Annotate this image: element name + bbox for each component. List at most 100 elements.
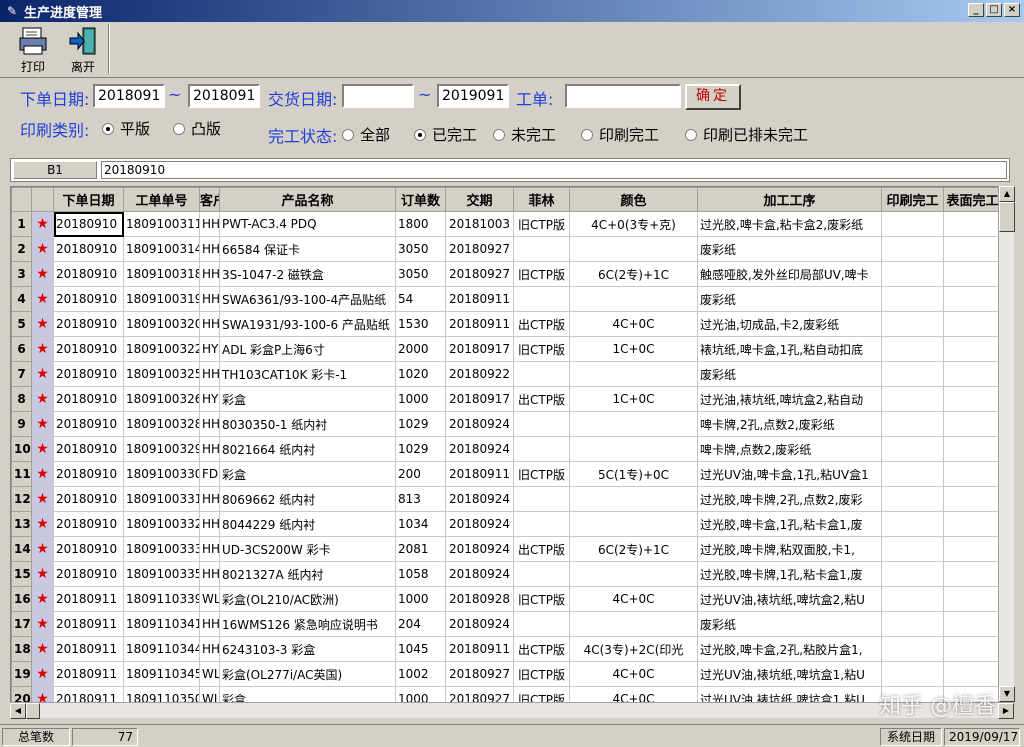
grid-cell[interactable]: 旧CTP版	[513, 336, 570, 362]
vertical-scrollbar[interactable]: ▲ ▼	[998, 186, 1015, 702]
grid-cell[interactable]: 1809100330	[123, 461, 200, 487]
grid-cell[interactable]: HH	[199, 411, 220, 437]
grid-cell[interactable]: HH	[199, 311, 220, 337]
grid-cell[interactable]: UD-3CS200W 彩卡	[219, 536, 396, 562]
grid-cell-empty[interactable]	[881, 311, 944, 337]
grid-cell-empty[interactable]	[881, 261, 944, 287]
table-row[interactable]: 16 ★ 20180911 1809110339 WL 彩盒(OL210/AC欧洲) 100…	[11, 586, 1002, 612]
table-row[interactable]: 8 ★ 20180910 1809100326 HY 彩盒 1000 20180917 出CTP…	[11, 386, 1002, 412]
grid-cell[interactable]: 54	[395, 286, 446, 312]
grid-cell-empty[interactable]	[943, 636, 1002, 662]
grid-cell[interactable]: 1029	[395, 436, 446, 462]
grid-cell[interactable]: 1C+0C	[569, 386, 698, 412]
grid-cell[interactable]: 出CTP版	[513, 311, 570, 337]
status-unfinished-radio[interactable]: 未完工	[493, 124, 556, 145]
status-all-radio[interactable]: 全部	[342, 124, 390, 145]
grid-cell-empty[interactable]	[943, 286, 1002, 312]
grid-cell-empty[interactable]	[881, 611, 944, 637]
grid-cell[interactable]: 过光UV油,裱坑纸,啤坑盒1,粘U	[697, 661, 882, 687]
grid-cell-empty[interactable]	[943, 561, 1002, 587]
grid-cell[interactable]: HH	[199, 261, 220, 287]
grid-cell[interactable]: HH	[199, 211, 220, 237]
row-number[interactable]: 10	[11, 436, 32, 462]
grid-cell[interactable]	[513, 286, 570, 312]
table-row[interactable]: 14 ★ 20180910 1809100333 HH UD-3CS200W 彩卡 2081…	[11, 536, 1002, 562]
grid-cell[interactable]: 过光UV油,裱坑纸,啤坑盒2,粘U	[697, 586, 882, 612]
data-grid[interactable]: 下单日期工单单号客户产品名称订单数交期菲林颜色加工工序印刷完工表面完工 1★20…	[10, 186, 1014, 718]
grid-cell-empty[interactable]	[881, 636, 944, 662]
row-number[interactable]: 19	[11, 661, 32, 687]
grid-cell[interactable]: 4C+0(3专+克)	[569, 211, 698, 237]
table-row[interactable]: 12 ★ 20180910 1809100331 HH 8069662 纸内衬 813 201…	[11, 486, 1002, 512]
grid-cell[interactable]: 6243103-3 彩盒	[219, 636, 396, 662]
grid-cell[interactable]: 20180910	[53, 411, 124, 437]
grid-cell-empty[interactable]	[881, 236, 944, 262]
grid-cell[interactable]: 啤卡牌,2孔,点数2,废彩纸	[697, 411, 882, 437]
horizontal-scrollbar[interactable]: ◀ ▶	[10, 702, 1014, 719]
grid-cell[interactable]: 彩盒(OL277i/AC英国)	[219, 661, 396, 687]
row-number[interactable]: 11	[11, 461, 32, 487]
grid-cell[interactable]: 1809100333	[123, 536, 200, 562]
grid-cell[interactable]: 20180924	[445, 486, 514, 512]
grid-cell[interactable]: 彩盒(OL210/AC欧洲)	[219, 586, 396, 612]
grid-cell[interactable]: 20180924	[445, 536, 514, 562]
column-header[interactable]: 工单单号	[123, 187, 200, 212]
grid-cell-empty[interactable]	[943, 436, 1002, 462]
grid-cell[interactable]: 8069662 纸内衬	[219, 486, 396, 512]
grid-cell[interactable]	[513, 236, 570, 262]
column-header[interactable]: 颜色	[569, 187, 698, 212]
grid-cell[interactable]	[569, 611, 698, 637]
grid-cell[interactable]: 1809100320	[123, 311, 200, 337]
grid-cell[interactable]: 20180910	[53, 561, 124, 587]
grid-cell[interactable]: 8021327A 纸内衬	[219, 561, 396, 587]
grid-cell[interactable]	[513, 611, 570, 637]
grid-cell[interactable]: 20180910	[53, 261, 124, 287]
grid-cell[interactable]: PWT-AC3.4 PDQ	[219, 211, 396, 237]
grid-cell[interactable]	[569, 361, 698, 387]
grid-cell[interactable]: 20180910	[53, 386, 124, 412]
grid-cell[interactable]: 旧CTP版	[513, 586, 570, 612]
grid-cell[interactable]: 20180911	[53, 586, 124, 612]
hscroll-thumb[interactable]	[26, 703, 40, 719]
grid-cell-empty[interactable]	[881, 361, 944, 387]
grid-cell[interactable]: 8021664 纸内衬	[219, 436, 396, 462]
grid-cell[interactable]: 1809100319	[123, 286, 200, 312]
grid-cell[interactable]: 20180917	[445, 336, 514, 362]
print-button[interactable]: 打印	[10, 24, 56, 76]
grid-cell[interactable]: 旧CTP版	[513, 661, 570, 687]
grid-cell[interactable]: 1029	[395, 411, 446, 437]
grid-cell[interactable]: 1800	[395, 211, 446, 237]
grid-cell-empty[interactable]	[943, 386, 1002, 412]
table-row[interactable]: 4 ★ 20180910 1809100319 HH SWA6361/93-100-4产品…	[11, 286, 1002, 312]
print-type-offset-radio[interactable]: 平版	[102, 118, 150, 139]
grid-cell[interactable]: 1020	[395, 361, 446, 387]
grid-cell[interactable]: 20181003	[445, 211, 514, 237]
grid-cell[interactable]: WL	[199, 586, 220, 612]
status-print-finished-radio[interactable]: 印刷完工	[581, 124, 659, 145]
grid-cell[interactable]	[513, 511, 570, 537]
table-row[interactable]: 3 ★ 20180910 1809100318 HH 3S-1047-2 磁铁盒 3050 2…	[11, 261, 1002, 287]
grid-cell[interactable]: 1809100326	[123, 386, 200, 412]
row-number[interactable]: 9	[11, 411, 32, 437]
grid-cell[interactable]: 废彩纸	[697, 361, 882, 387]
grid-cell[interactable]: 20180917	[445, 386, 514, 412]
grid-cell[interactable]: 4C(3专)+2C(印光	[569, 636, 698, 662]
grid-cell-empty[interactable]	[943, 211, 1002, 237]
grid-cell[interactable]: 过光胶,啤卡牌,粘双面胶,卡1,	[697, 536, 882, 562]
grid-cell[interactable]: 出CTP版	[513, 386, 570, 412]
scroll-up-icon[interactable]: ▲	[999, 186, 1015, 202]
grid-cell[interactable]: 20180911	[53, 636, 124, 662]
grid-cell[interactable]: 20180927	[445, 661, 514, 687]
grid-cell[interactable]: 旧CTP版	[513, 211, 570, 237]
delivery-date-to-input[interactable]	[437, 84, 509, 108]
grid-cell[interactable]: 20180910	[53, 536, 124, 562]
grid-cell[interactable]: HH	[199, 286, 220, 312]
grid-cell-empty[interactable]	[881, 286, 944, 312]
grid-cell[interactable]	[513, 486, 570, 512]
grid-cell[interactable]: 20180910	[53, 361, 124, 387]
grid-cell[interactable]: 20180924	[445, 511, 514, 537]
grid-cell[interactable]: 1809100311	[123, 211, 200, 237]
status-finished-radio[interactable]: 已完工	[414, 124, 477, 145]
row-number[interactable]: 14	[11, 536, 32, 562]
grid-cell[interactable]: HH	[199, 536, 220, 562]
